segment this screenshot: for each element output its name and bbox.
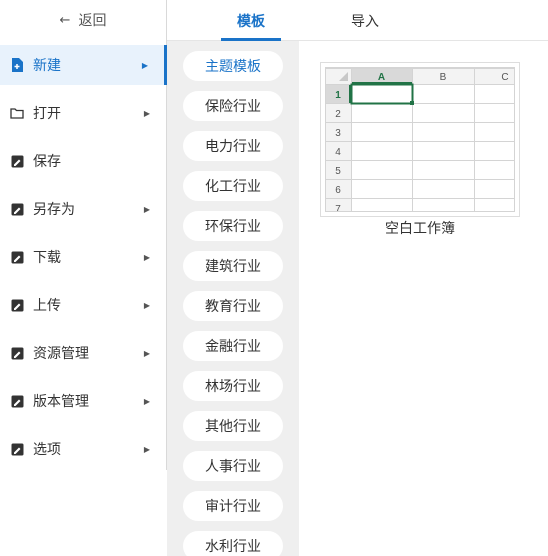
- category-label: 审计行业: [205, 499, 261, 515]
- row-header-label: 5: [335, 166, 341, 177]
- row-header-label: 4: [335, 147, 341, 158]
- save-icon: [10, 250, 24, 264]
- menu-item-5[interactable]: 上传 ▶: [0, 285, 166, 325]
- arrow-left-icon: ←: [59, 12, 71, 28]
- save-icon: [10, 394, 24, 408]
- spreadsheet-preview-icon: A B C 1 2 3 4 5 6 7: [326, 68, 514, 212]
- caret-right-icon: ▶: [143, 252, 150, 262]
- menu-item-label: 新建: [33, 58, 61, 74]
- caret-right-icon: ▶: [143, 204, 150, 214]
- category-item-5[interactable]: 建筑行业: [183, 251, 283, 281]
- menu-item-2[interactable]: 保存: [0, 141, 166, 181]
- category-label: 教育行业: [205, 299, 261, 315]
- menu-item-label: 资源管理: [33, 346, 89, 362]
- category-label: 建筑行业: [205, 259, 261, 275]
- category-label: 电力行业: [205, 139, 261, 155]
- caret-right-icon: ▶: [143, 444, 150, 454]
- back-button[interactable]: ← 返回: [0, 0, 166, 40]
- category-item-3[interactable]: 化工行业: [183, 171, 283, 201]
- menu-item-7[interactable]: 版本管理 ▶: [0, 381, 166, 421]
- file-sidebar: ← 返回 新建 ▶ 打开 ▶ 保存另存为 ▶ 下载 ▶ 上传 ▶ 资源管理 ▶ 版本管理 ▶ 选项 ▶: [0, 0, 167, 470]
- menu-item-6[interactable]: 资源管理 ▶: [0, 333, 166, 373]
- category-label: 金融行业: [205, 339, 261, 355]
- category-list: 主题模板保险行业电力行业化工行业环保行业建筑行业教育行业金融行业林场行业其他行业…: [167, 41, 299, 556]
- row-header-label: 2: [335, 109, 341, 120]
- menu-item-label: 下载: [33, 250, 61, 266]
- category-label: 环保行业: [205, 219, 261, 235]
- category-item-7[interactable]: 金融行业: [183, 331, 283, 361]
- file-plus-icon: [10, 58, 24, 72]
- menu-item-label: 另存为: [33, 202, 75, 218]
- save-icon: [10, 154, 24, 168]
- tab-template-label: 模板: [237, 13, 265, 30]
- menu-item-3[interactable]: 另存为 ▶: [0, 189, 166, 229]
- category-label: 水利行业: [205, 539, 261, 555]
- save-icon: [10, 298, 24, 312]
- save-icon: [10, 442, 24, 456]
- row-header-label: 3: [335, 128, 341, 139]
- category-label: 主题模板: [205, 59, 261, 75]
- caret-right-icon: ▶: [143, 300, 150, 310]
- category-item-9[interactable]: 其他行业: [183, 411, 283, 441]
- menu-item-label: 选项: [33, 442, 61, 458]
- category-item-11[interactable]: 审计行业: [183, 491, 283, 521]
- category-label: 人事行业: [205, 459, 261, 475]
- row-header-label: 1: [335, 90, 341, 101]
- category-item-0[interactable]: 主题模板: [183, 51, 283, 81]
- category-item-4[interactable]: 环保行业: [183, 211, 283, 241]
- column-header-label: B: [440, 72, 447, 83]
- folder-icon: [10, 106, 24, 120]
- caret-right-icon: ▶: [141, 60, 148, 70]
- tab-import-label: 导入: [351, 13, 379, 30]
- tab-bar: 模板 导入: [167, 0, 548, 41]
- category-item-6[interactable]: 教育行业: [183, 291, 283, 321]
- category-item-12[interactable]: 水利行业: [183, 531, 283, 556]
- menu-item-label: 打开: [33, 106, 61, 122]
- template-name: 空白工作簿: [385, 221, 455, 237]
- menu-item-4[interactable]: 下载 ▶: [0, 237, 166, 277]
- back-label: 返回: [78, 13, 107, 29]
- spreadsheet-thumbnail: A B C 1 2 3 4 5 6 7: [325, 67, 515, 212]
- menu-item-label: 保存: [33, 154, 61, 170]
- row-header-label: 7: [335, 204, 341, 212]
- column-header-label: A: [378, 72, 385, 83]
- caret-right-icon: ▶: [143, 348, 150, 358]
- category-label: 林场行业: [205, 379, 261, 395]
- tab-template[interactable]: 模板: [221, 0, 281, 41]
- menu-item-1[interactable]: 打开 ▶: [0, 93, 166, 133]
- caret-right-icon: ▶: [143, 396, 150, 406]
- category-label: 保险行业: [205, 99, 261, 115]
- caret-right-icon: ▶: [143, 108, 150, 118]
- menu-item-label: 上传: [33, 298, 61, 314]
- save-icon: [10, 202, 24, 216]
- tab-import[interactable]: 导入: [335, 0, 395, 41]
- column-header-label: C: [501, 72, 508, 83]
- category-label: 化工行业: [205, 179, 261, 195]
- menu-item-label: 版本管理: [33, 394, 89, 410]
- category-label: 其他行业: [205, 419, 261, 435]
- row-header-label: 6: [335, 185, 341, 196]
- category-item-10[interactable]: 人事行业: [183, 451, 283, 481]
- menu-item-8[interactable]: 选项 ▶: [0, 429, 166, 469]
- category-item-8[interactable]: 林场行业: [183, 371, 283, 401]
- category-item-1[interactable]: 保险行业: [183, 91, 283, 121]
- category-item-2[interactable]: 电力行业: [183, 131, 283, 161]
- menu-item-0[interactable]: 新建 ▶: [0, 45, 167, 85]
- save-icon: [10, 346, 24, 360]
- blank-workbook-template[interactable]: A B C 1 2 3 4 5 6 7: [320, 62, 520, 217]
